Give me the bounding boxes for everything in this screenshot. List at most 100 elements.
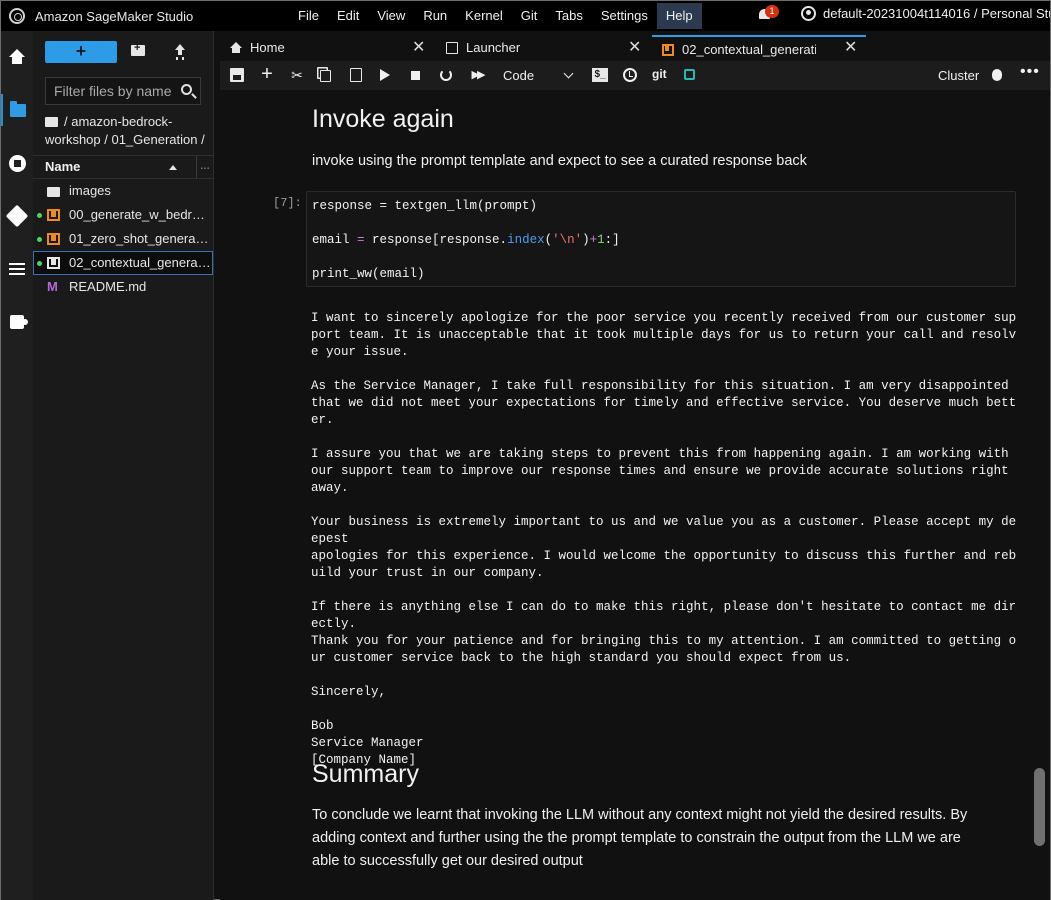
extensions-rail-button[interactable] bbox=[1, 306, 33, 338]
cluster-button[interactable]: Cluster bbox=[938, 61, 979, 90]
sort-ascending-icon bbox=[169, 165, 177, 170]
markdown-icon: M bbox=[47, 279, 58, 294]
file-browser-rail-button[interactable] bbox=[1, 94, 33, 126]
clock-icon[interactable] bbox=[623, 68, 637, 82]
chevron-down-icon[interactable] bbox=[563, 68, 574, 79]
folder-icon[interactable] bbox=[45, 117, 58, 127]
running-indicator bbox=[37, 213, 42, 218]
puzzle-icon bbox=[10, 315, 28, 329]
cut-icon[interactable]: ✂ bbox=[290, 68, 304, 82]
tab-label: Launcher bbox=[466, 40, 521, 55]
app-title: Amazon SageMaker Studio bbox=[35, 8, 194, 24]
notebook-scrollbar[interactable] bbox=[1034, 768, 1045, 846]
close-icon[interactable]: ✕ bbox=[628, 35, 641, 61]
close-icon[interactable]: ✕ bbox=[412, 35, 425, 61]
file-row-readme[interactable]: M README.md bbox=[33, 275, 213, 299]
section-heading-summary: Summary bbox=[312, 760, 419, 788]
folder-icon bbox=[10, 100, 26, 117]
execution-count: [7]: bbox=[273, 196, 302, 210]
save-icon[interactable] bbox=[230, 68, 244, 82]
file-name: images bbox=[69, 183, 111, 198]
menu-tabs[interactable]: Tabs bbox=[546, 1, 591, 31]
tab-home[interactable]: Home ✕ bbox=[220, 35, 434, 61]
file-name: 01_zero_shot_generation.ipynb bbox=[69, 231, 211, 246]
cell-output: I want to sincerely apologize for the po… bbox=[311, 311, 1017, 767]
menu-run[interactable]: Run bbox=[414, 1, 456, 31]
name-column-header[interactable]: Name … bbox=[33, 155, 213, 179]
run-icon[interactable] bbox=[380, 69, 390, 81]
file-row-images[interactable]: images bbox=[33, 179, 213, 203]
extension-icon[interactable] bbox=[684, 69, 695, 80]
main-menu: File Edit View Run Kernel Git Tabs Setti… bbox=[289, 1, 702, 31]
menu-bar: Amazon SageMaker Studio File Edit View R… bbox=[1, 1, 1050, 31]
menu-edit[interactable]: Edit bbox=[328, 1, 368, 31]
notebook-content[interactable]: Invoke again invoke using the prompt tem… bbox=[220, 90, 1050, 900]
home-icon bbox=[9, 49, 25, 65]
file-row-01-zero-shot[interactable]: 01_zero_shot_generation.ipynb bbox=[33, 227, 213, 251]
copy-icon[interactable] bbox=[320, 70, 331, 82]
list-icon bbox=[9, 263, 25, 275]
menu-git[interactable]: Git bbox=[512, 1, 547, 31]
debugger-bug-icon[interactable] bbox=[992, 69, 1002, 81]
terminal-icon[interactable]: $_ bbox=[592, 68, 608, 82]
table-of-contents-rail-button[interactable] bbox=[1, 253, 33, 285]
fast-forward-icon[interactable]: ▶▶ bbox=[470, 68, 486, 82]
running-indicator bbox=[37, 237, 42, 242]
notebook-toolbar: + ✂ ▶▶ Code $_ git Cluster ••• bbox=[220, 61, 1050, 90]
user-icon bbox=[801, 6, 816, 21]
user-profile-label[interactable]: default-20231004t114016 / Personal Studi… bbox=[823, 1, 1050, 27]
new-launcher-button[interactable]: + bbox=[45, 41, 117, 63]
more-options-button[interactable]: ••• bbox=[1020, 63, 1040, 81]
file-browser-panel: + / amazon-bedrock-workshop / 01_Generat… bbox=[33, 31, 214, 900]
code-line: email = response[response.index('\n')+1:… bbox=[312, 233, 620, 247]
menu-help[interactable]: Help bbox=[656, 3, 702, 29]
breadcrumb[interactable]: / amazon-bedrock-workshop / 01_Generatio… bbox=[45, 113, 210, 149]
upload-icon[interactable] bbox=[173, 44, 189, 60]
code-cell-editor[interactable]: response = textgen_llm(prompt) email = r… bbox=[306, 191, 1016, 287]
home-icon bbox=[230, 42, 242, 54]
summary-paragraph: To conclude we learnt that invoking the … bbox=[312, 807, 968, 869]
cell-type-select[interactable]: Code bbox=[503, 61, 534, 90]
restart-icon[interactable] bbox=[440, 69, 452, 81]
insert-cell-icon[interactable]: + bbox=[260, 64, 274, 84]
filter-box bbox=[45, 77, 201, 105]
breadcrumb-path[interactable]: / amazon-bedrock-workshop / 01_Generatio… bbox=[45, 114, 205, 147]
running-indicator bbox=[37, 261, 42, 266]
file-name: 00_generate_w_bedrock.ipynb bbox=[69, 207, 211, 222]
menu-settings[interactable]: Settings bbox=[592, 1, 657, 31]
file-row-02-contextual[interactable]: 02_contextual_generation.ipynb bbox=[33, 251, 213, 275]
filter-files-input[interactable] bbox=[46, 78, 172, 104]
menu-kernel[interactable]: Kernel bbox=[456, 1, 512, 31]
file-row-00-generate[interactable]: 00_generate_w_bedrock.ipynb bbox=[33, 203, 213, 227]
menu-file[interactable]: File bbox=[289, 1, 328, 31]
file-name: 02_contextual_generation.ipynb bbox=[69, 255, 211, 270]
notebook-icon bbox=[47, 257, 60, 269]
new-folder-icon[interactable] bbox=[131, 42, 145, 56]
paste-icon[interactable] bbox=[350, 68, 362, 82]
section-heading-invoke-again: Invoke again bbox=[312, 105, 454, 133]
launcher-icon bbox=[446, 42, 458, 54]
sagemaker-logo-icon bbox=[9, 8, 25, 24]
code-line: response = textgen_llm(prompt) bbox=[312, 199, 538, 213]
activity-rail bbox=[1, 31, 33, 900]
code-line: print_ww(email) bbox=[312, 267, 425, 281]
notebook-icon bbox=[47, 209, 60, 221]
close-icon[interactable]: ✕ bbox=[844, 35, 857, 61]
folder-icon bbox=[47, 187, 60, 197]
tab-launcher[interactable]: Launcher ✕ bbox=[436, 35, 650, 61]
name-column-label: Name bbox=[45, 159, 81, 174]
running-terminals-rail-button[interactable] bbox=[1, 147, 33, 179]
git-icon bbox=[5, 204, 29, 228]
home-rail-button[interactable] bbox=[1, 41, 33, 73]
tab-notebook[interactable]: 02_contextual_generation.ipynb ✕ bbox=[652, 35, 866, 61]
stop-icon[interactable] bbox=[411, 71, 420, 80]
menu-view[interactable]: View bbox=[368, 1, 414, 31]
tab-label: Home bbox=[250, 40, 285, 55]
notebook-icon bbox=[662, 44, 674, 56]
git-button[interactable]: git bbox=[652, 67, 667, 81]
stop-circle-icon bbox=[8, 154, 26, 172]
document-tab-bar: Home ✕ Launcher ✕ 02_contextual_generati… bbox=[220, 35, 1050, 61]
git-rail-button[interactable] bbox=[1, 200, 33, 232]
search-icon bbox=[181, 84, 192, 95]
notification-badge: 1 bbox=[765, 5, 779, 18]
